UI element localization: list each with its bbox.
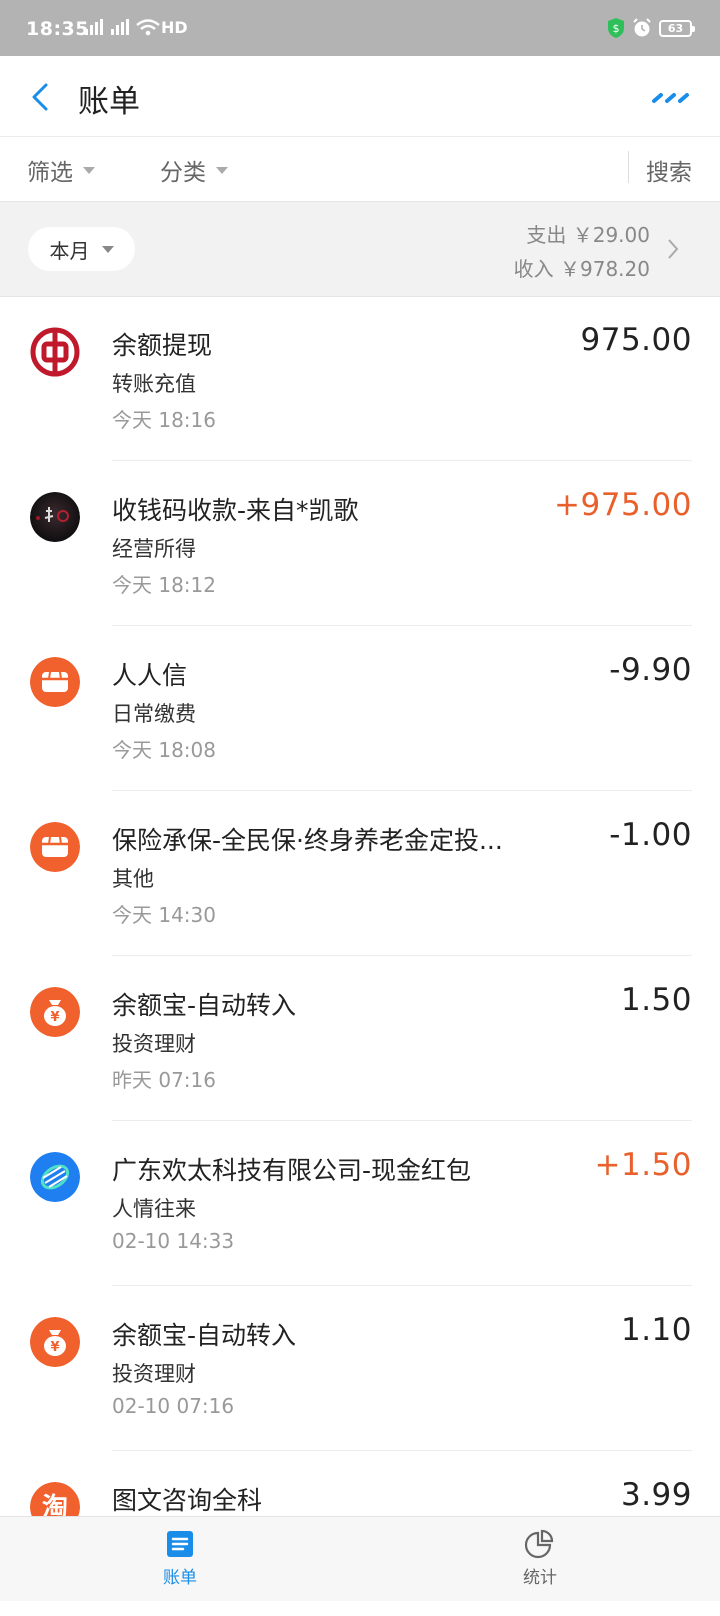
transaction-category: 人情往来 [112,1197,196,1221]
filter-label: 筛选 [27,160,73,186]
income-total: 收入 ￥978.20 [513,257,650,281]
signal-icon [111,19,129,35]
transaction-time: 今天 14:30 [112,903,216,927]
transaction-amount: -1.00 [609,817,692,853]
transaction-category: 经营所得 [112,537,196,561]
svg-text:$: $ [613,22,620,35]
filter-bar: 筛选 分类 搜索 [0,137,720,201]
transaction-amount: +1.50 [594,1147,692,1183]
transaction-category: 投资理财 [112,1362,196,1386]
divider [628,151,629,183]
month-selector[interactable]: 本月 [28,227,135,271]
heytap-logo-icon [30,1152,80,1202]
transaction-title: 广东欢太科技有限公司-现金红包 [112,1156,472,1185]
bank-of-china-icon [30,327,80,377]
bottom-tab-bar: 账单 统计 [0,1516,720,1601]
transaction-time: 02-10 07:16 [112,1394,235,1418]
transaction-row[interactable]: 余额提现 转账充值 今天 18:16 975.00 [0,296,720,461]
shop-icon [30,822,80,872]
caret-down-icon [216,166,228,174]
transaction-time: 今天 18:12 [112,573,216,597]
caret-down-icon [101,245,114,253]
transaction-row[interactable]: 广东欢太科技有限公司-现金红包 人情往来 02-10 14:33 +1.50 [0,1121,720,1286]
svg-text:¥: ¥ [50,1010,59,1025]
transaction-title: 保险承保-全民保·终身养老金定投... [112,826,503,855]
transaction-row[interactable]: ¥ 余额宝-自动转入 投资理财 02-10 07:16 1.10 [0,1286,720,1451]
transaction-category: 其他 [112,867,154,891]
wifi-icon [136,19,160,36]
money-bag-icon: ¥ [30,987,80,1037]
transaction-list: 余额提现 转账充值 今天 18:16 975.00 收钱码收款-来自*凯歌 经营… [0,296,720,1616]
transaction-category: 转账充值 [112,372,196,396]
category-label: 分类 [160,160,206,186]
transaction-row[interactable]: ¥ 余额宝-自动转入 投资理财 昨天 07:16 1.50 [0,956,720,1121]
pie-chart-icon [524,1529,554,1559]
tab-bill-label: 账单 [163,1568,197,1588]
transaction-amount: +975.00 [554,487,692,523]
user-avatar [30,492,80,542]
month-label: 本月 [49,238,90,263]
tab-bill[interactable]: 账单 [120,1529,240,1588]
network-type: HD [161,18,188,37]
transaction-row[interactable]: 人人信 日常缴费 今天 18:08 -9.90 [0,626,720,791]
nav-bar: 账单 [0,56,720,137]
tab-stats[interactable]: 统计 [480,1529,600,1588]
back-button[interactable] [26,80,56,114]
transaction-amount: -9.90 [609,652,692,688]
transaction-amount: 1.10 [620,1312,692,1348]
transaction-title: 余额宝-自动转入 [112,1321,297,1350]
transaction-title: 人人信 [112,661,188,690]
transaction-row[interactable]: 保险承保-全民保·终身养老金定投... 其他 今天 14:30 -1.00 [0,791,720,956]
shield-icon: $ [608,18,624,38]
transaction-title: 图文咨询全科 [112,1486,263,1515]
transaction-row[interactable]: 收钱码收款-来自*凯歌 经营所得 今天 18:12 +975.00 [0,461,720,626]
filter-dropdown[interactable]: 筛选 [27,153,95,187]
network-indicator: HD [83,18,188,37]
battery-icon: 63 [659,19,695,37]
transaction-title: 收钱码收款-来自*凯歌 [112,496,359,525]
expense-total: 支出 ￥29.00 [526,223,650,247]
transaction-time: 今天 18:08 [112,738,216,762]
svg-text:¥: ¥ [50,1340,59,1355]
transaction-time: 今天 18:16 [112,408,216,432]
alarm-icon [633,18,651,37]
page-title: 账单 [78,84,140,120]
transaction-title: 余额提现 [112,331,213,360]
month-summary[interactable]: 本月 支出 ￥29.00 收入 ￥978.20 [0,201,720,297]
transaction-amount: 975.00 [580,322,692,358]
bill-icon [167,1531,193,1557]
tab-stats-label: 统计 [523,1568,557,1588]
more-button[interactable] [652,92,692,104]
status-bar: 18:35 HD $ 63 [0,0,720,56]
chevron-right-icon [668,239,679,259]
status-icons: $ 63 [607,17,695,39]
category-dropdown[interactable]: 分类 [160,153,228,187]
shop-icon [30,657,80,707]
search-button[interactable]: 搜索 [646,153,692,187]
money-bag-icon: ¥ [30,1317,80,1367]
transaction-time: 02-10 14:33 [112,1229,235,1253]
signal-icon [85,19,103,35]
transaction-category: 投资理财 [112,1032,196,1056]
summary-totals: 支出 ￥29.00 收入 ￥978.20 [514,218,650,286]
caret-down-icon [83,166,95,174]
transaction-time: 昨天 07:16 [112,1068,216,1092]
transaction-title: 余额宝-自动转入 [112,991,297,1020]
transaction-amount: 1.50 [620,982,692,1018]
status-time: 18:35 [26,18,89,40]
transaction-amount: 3.99 [620,1477,692,1513]
transaction-category: 日常缴费 [112,702,196,726]
